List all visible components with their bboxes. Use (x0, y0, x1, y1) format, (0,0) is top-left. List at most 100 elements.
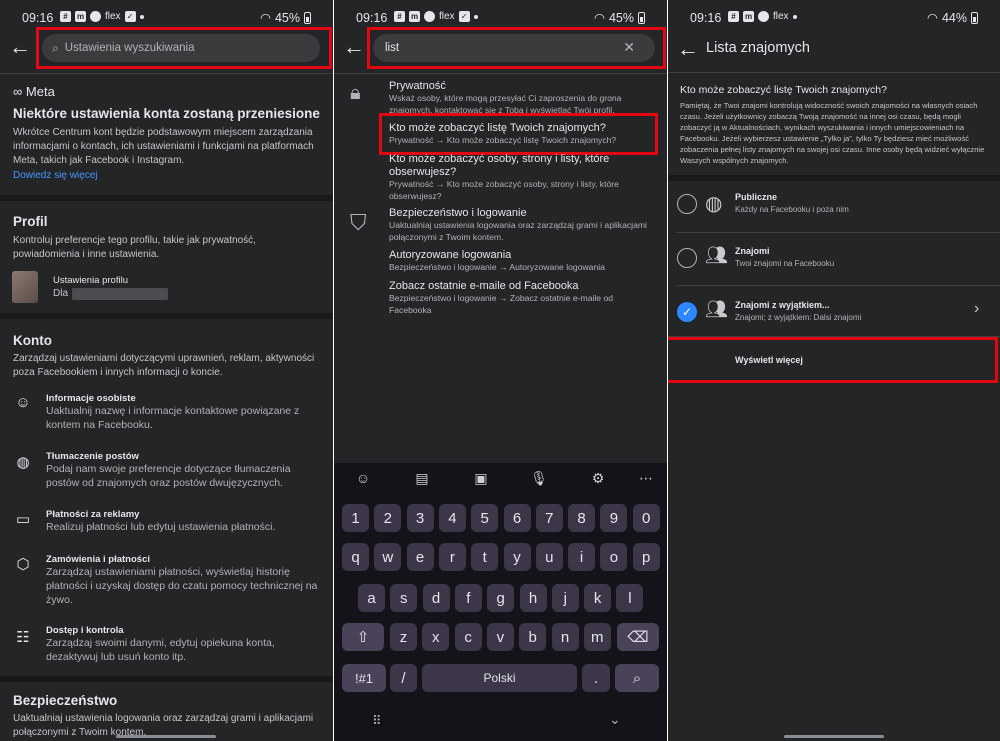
row-divider (676, 232, 1000, 233)
more-icon[interactable]: ⋯ (635, 470, 657, 487)
item-title: Zamówienia i płatności (46, 554, 150, 565)
radio-friends-except-checked-icon[interactable]: ✓ (677, 302, 697, 322)
key-o[interactable]: o (600, 543, 628, 571)
key-symbols[interactable]: !#1 (342, 664, 386, 692)
key-space[interactable]: Polski (422, 664, 577, 692)
header-divider (334, 73, 667, 74)
back-arrow-icon[interactable]: ← (9, 34, 31, 60)
result-desc: Bezpieczeństwo i logowanie → Zobacz osta… (389, 293, 614, 315)
key-i[interactable]: i (568, 543, 596, 571)
item-desc: Zarządzaj swoimi danymi, edytuj opiekuna… (46, 637, 275, 664)
learn-more-link[interactable]: Dowiedz się więcej (13, 169, 97, 183)
key-j[interactable]: j (551, 584, 579, 612)
key-z[interactable]: z (390, 623, 417, 651)
key-m[interactable]: m (583, 623, 611, 651)
key-a[interactable]: a (358, 584, 385, 612)
battery-icon (304, 11, 311, 24)
key-1[interactable]: 1 (342, 504, 369, 532)
header-divider (668, 72, 1000, 73)
shift-icon[interactable]: ⇧ (342, 623, 384, 651)
back-arrow-icon[interactable]: ← (677, 36, 699, 62)
microphone-icon[interactable]: 🎙︎ (528, 470, 550, 487)
key-9[interactable]: 9 (600, 504, 628, 532)
key-6[interactable]: 6 (503, 504, 531, 532)
search-input[interactable]: list ✕ (373, 34, 655, 62)
key-x[interactable]: x (422, 623, 450, 651)
dot-icon (139, 14, 144, 19)
key-p[interactable]: p (632, 543, 660, 571)
clear-icon[interactable]: ✕ (623, 39, 635, 56)
m-app-icon: m (743, 11, 754, 22)
result-title: Bezpieczeństwo i logowanie (389, 207, 527, 219)
keyboard-grid-icon[interactable]: ⠿ (372, 713, 382, 729)
back-arrow-icon[interactable]: ← (343, 34, 365, 60)
search-input[interactable]: ⌕ Ustawienia wyszukiwania (42, 34, 320, 62)
key-slash[interactable]: / (390, 664, 417, 692)
flex-label: flex (105, 11, 121, 22)
package-icon: ⬡ (16, 556, 30, 573)
key-y[interactable]: y (503, 543, 531, 571)
item-title: Informacje osobiste (46, 393, 136, 404)
flex-label: flex (439, 11, 455, 22)
chevron-right-icon[interactable]: › (974, 300, 979, 318)
key-2[interactable]: 2 (374, 504, 402, 532)
option-title: Znajomi (735, 246, 770, 256)
account-title: Konto (13, 333, 52, 348)
shield-icon: ⛉ (350, 210, 367, 235)
key-l[interactable]: l (616, 584, 644, 612)
battery-icon (638, 11, 645, 24)
key-0[interactable]: 0 (632, 504, 660, 532)
key-s[interactable]: s (390, 584, 418, 612)
result-title: Kto może zobaczyć osoby, strony i listy,… (389, 153, 610, 179)
show-more-button[interactable]: Wyświetl więcej (735, 355, 803, 365)
key-4[interactable]: 4 (438, 504, 466, 532)
dot-icon (473, 14, 478, 19)
flex-label: flex (773, 11, 789, 22)
profile-settings-title[interactable]: Ustawienia profilu (53, 274, 128, 287)
friends-list-screen: 09:16 # m flex ◠ 44% ← Lista znajomych K… (668, 0, 1000, 741)
settings-gear-icon[interactable]: ⚙ (587, 470, 609, 487)
notice-body: Wkrótce Centrum kont będzie podstawowym … (13, 127, 314, 166)
key-c[interactable]: c (454, 623, 482, 651)
search-key-icon[interactable]: ⌕ (615, 664, 659, 692)
key-e[interactable]: e (406, 543, 434, 571)
question: Kto może zobaczyć listę Twoich znajomych… (680, 84, 887, 96)
explanation: Pamiętaj, że Twoi znajomi kontrolują wid… (680, 101, 985, 165)
key-q[interactable]: q (342, 543, 369, 571)
option-sub: Twoi znajomi na Facebooku (735, 259, 835, 268)
search-value: list (385, 42, 400, 54)
infinity-icon: ∞ (13, 84, 23, 99)
item-title: Dostęp i kontrola (46, 625, 124, 636)
meta-logo: ∞ Meta (13, 84, 55, 99)
key-u[interactable]: u (535, 543, 563, 571)
home-indicator (784, 735, 884, 738)
key-8[interactable]: 8 (568, 504, 596, 532)
chevron-down-icon[interactable]: ⌄ (609, 711, 621, 728)
radio-friends[interactable] (677, 248, 697, 268)
m-app-icon: m (75, 11, 86, 22)
key-g[interactable]: g (487, 584, 515, 612)
backspace-icon[interactable]: ⌫ (617, 623, 659, 651)
key-h[interactable]: h (519, 584, 547, 612)
key-period[interactable]: . (582, 664, 610, 692)
note-icon[interactable]: ▣ (470, 470, 492, 487)
key-v[interactable]: v (486, 623, 514, 651)
key-k[interactable]: k (584, 584, 612, 612)
key-b[interactable]: b (519, 623, 547, 651)
emoji-icon[interactable]: ☺ (352, 470, 374, 486)
search-icon: ⌕ (52, 40, 59, 55)
key-r[interactable]: r (438, 543, 466, 571)
clipboard-icon[interactable]: ▤ (411, 470, 433, 487)
search-results-screen: 09:16 # m flex ✓ ◠ 45% ← list ✕ 🔒︎ Prywa… (334, 0, 667, 741)
key-t[interactable]: t (471, 543, 499, 571)
redacted-name (72, 288, 168, 300)
key-f[interactable]: f (454, 584, 482, 612)
key-n[interactable]: n (551, 623, 579, 651)
key-d[interactable]: d (422, 584, 450, 612)
key-7[interactable]: 7 (535, 504, 563, 532)
grid-icon: # (394, 11, 405, 22)
key-w[interactable]: w (374, 543, 402, 571)
key-5[interactable]: 5 (471, 504, 499, 532)
radio-public[interactable] (677, 194, 697, 214)
key-3[interactable]: 3 (406, 504, 434, 532)
